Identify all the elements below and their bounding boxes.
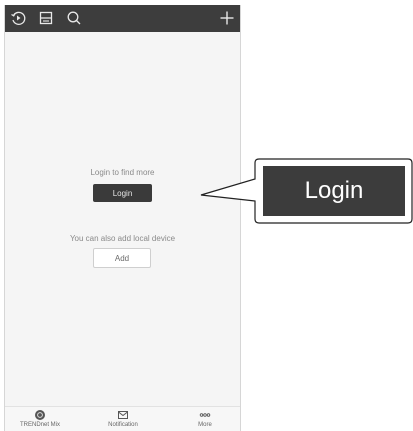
- home-icon: [34, 409, 46, 421]
- tab-notification[interactable]: Notification: [93, 409, 153, 428]
- callout-login-label: Login: [263, 166, 405, 216]
- refresh-icon[interactable]: [9, 9, 27, 27]
- add-icon[interactable]: [218, 9, 236, 27]
- tab-trendnet-mix[interactable]: TRENDnet Mix: [10, 409, 70, 428]
- mail-icon: [117, 409, 129, 421]
- login-button[interactable]: Login: [93, 184, 152, 202]
- tab-more[interactable]: More: [175, 409, 235, 428]
- layout-icon[interactable]: [37, 9, 55, 27]
- local-device-hint: You can also add local device: [69, 234, 176, 243]
- add-button[interactable]: Add: [93, 248, 151, 268]
- search-icon[interactable]: [65, 9, 83, 27]
- top-toolbar: [5, 5, 240, 32]
- tab-label: More: [198, 422, 212, 428]
- tab-label: Notification: [108, 422, 138, 428]
- tab-label: TRENDnet Mix: [19, 422, 60, 428]
- more-icon: [199, 409, 211, 421]
- bottom-tab-bar: TRENDnet Mix Notification More: [5, 406, 240, 431]
